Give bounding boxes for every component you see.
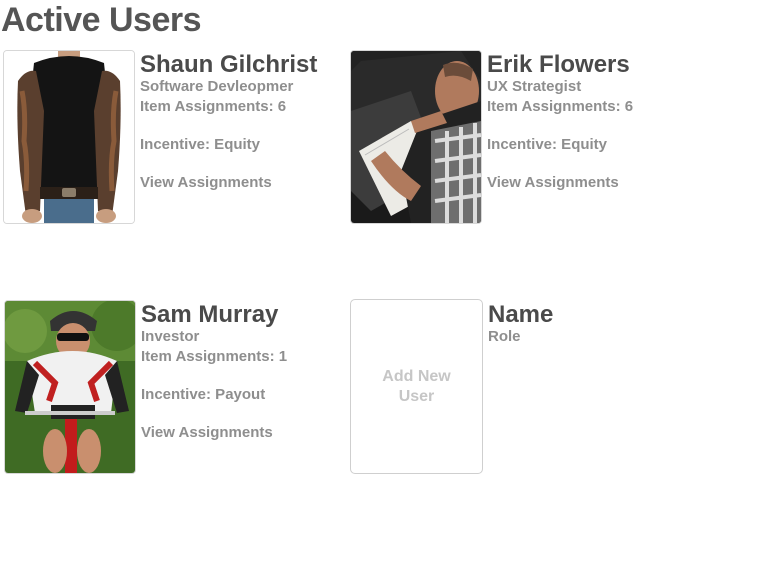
item-assignments: Item Assignments: 1 xyxy=(141,348,288,365)
incentive: Incentive: Equity xyxy=(487,136,608,153)
user-photo-sam-murray[interactable] xyxy=(4,300,136,474)
user-info: Shaun Gilchrist Software Devleopmer Item… xyxy=(140,53,340,193)
user-name: Sam Murray xyxy=(141,301,279,328)
user-card-sam-murray: Sam Murray Investor Item Assignments: 1 … xyxy=(4,300,334,480)
item-assignments: Item Assignments: 6 xyxy=(140,98,287,115)
avatar xyxy=(351,51,481,223)
new-user-role-placeholder: Role xyxy=(488,328,521,345)
add-user-card: Add New User Name Role xyxy=(350,299,680,479)
view-assignments-link[interactable]: View Assignments xyxy=(487,173,687,193)
user-card-shaun-gilchrist: Shaun Gilchrist Software Devleopmer Item… xyxy=(3,50,333,230)
incentive: Incentive: Equity xyxy=(140,136,261,153)
user-name: Erik Flowers xyxy=(487,51,630,78)
user-photo-shaun-gilchrist[interactable] xyxy=(3,50,135,224)
item-assignments: Item Assignments: 6 xyxy=(487,98,634,115)
user-name: Shaun Gilchrist xyxy=(140,51,318,78)
view-assignments-link[interactable]: View Assignments xyxy=(141,423,341,443)
add-new-user-button[interactable]: Add New User xyxy=(350,299,483,474)
user-card-erik-flowers: Erik Flowers UX Strategist Item Assignme… xyxy=(350,50,680,230)
add-new-user-label: Add New User xyxy=(382,367,451,405)
user-role: Investor xyxy=(141,328,200,345)
avatar xyxy=(4,51,134,223)
avatar xyxy=(5,301,135,473)
user-role: Software Devleopmer xyxy=(140,78,294,95)
user-photo-erik-flowers[interactable] xyxy=(350,50,482,224)
new-user-name-placeholder: Name xyxy=(488,301,554,328)
new-user-info: Name Role xyxy=(488,303,688,347)
user-info: Sam Murray Investor Item Assignments: 1 … xyxy=(141,303,341,443)
view-assignments-link[interactable]: View Assignments xyxy=(140,173,340,193)
page-title: Active Users xyxy=(1,1,202,39)
user-role: UX Strategist xyxy=(487,78,582,95)
incentive: Incentive: Payout xyxy=(141,386,266,403)
user-info: Erik Flowers UX Strategist Item Assignme… xyxy=(487,53,687,193)
